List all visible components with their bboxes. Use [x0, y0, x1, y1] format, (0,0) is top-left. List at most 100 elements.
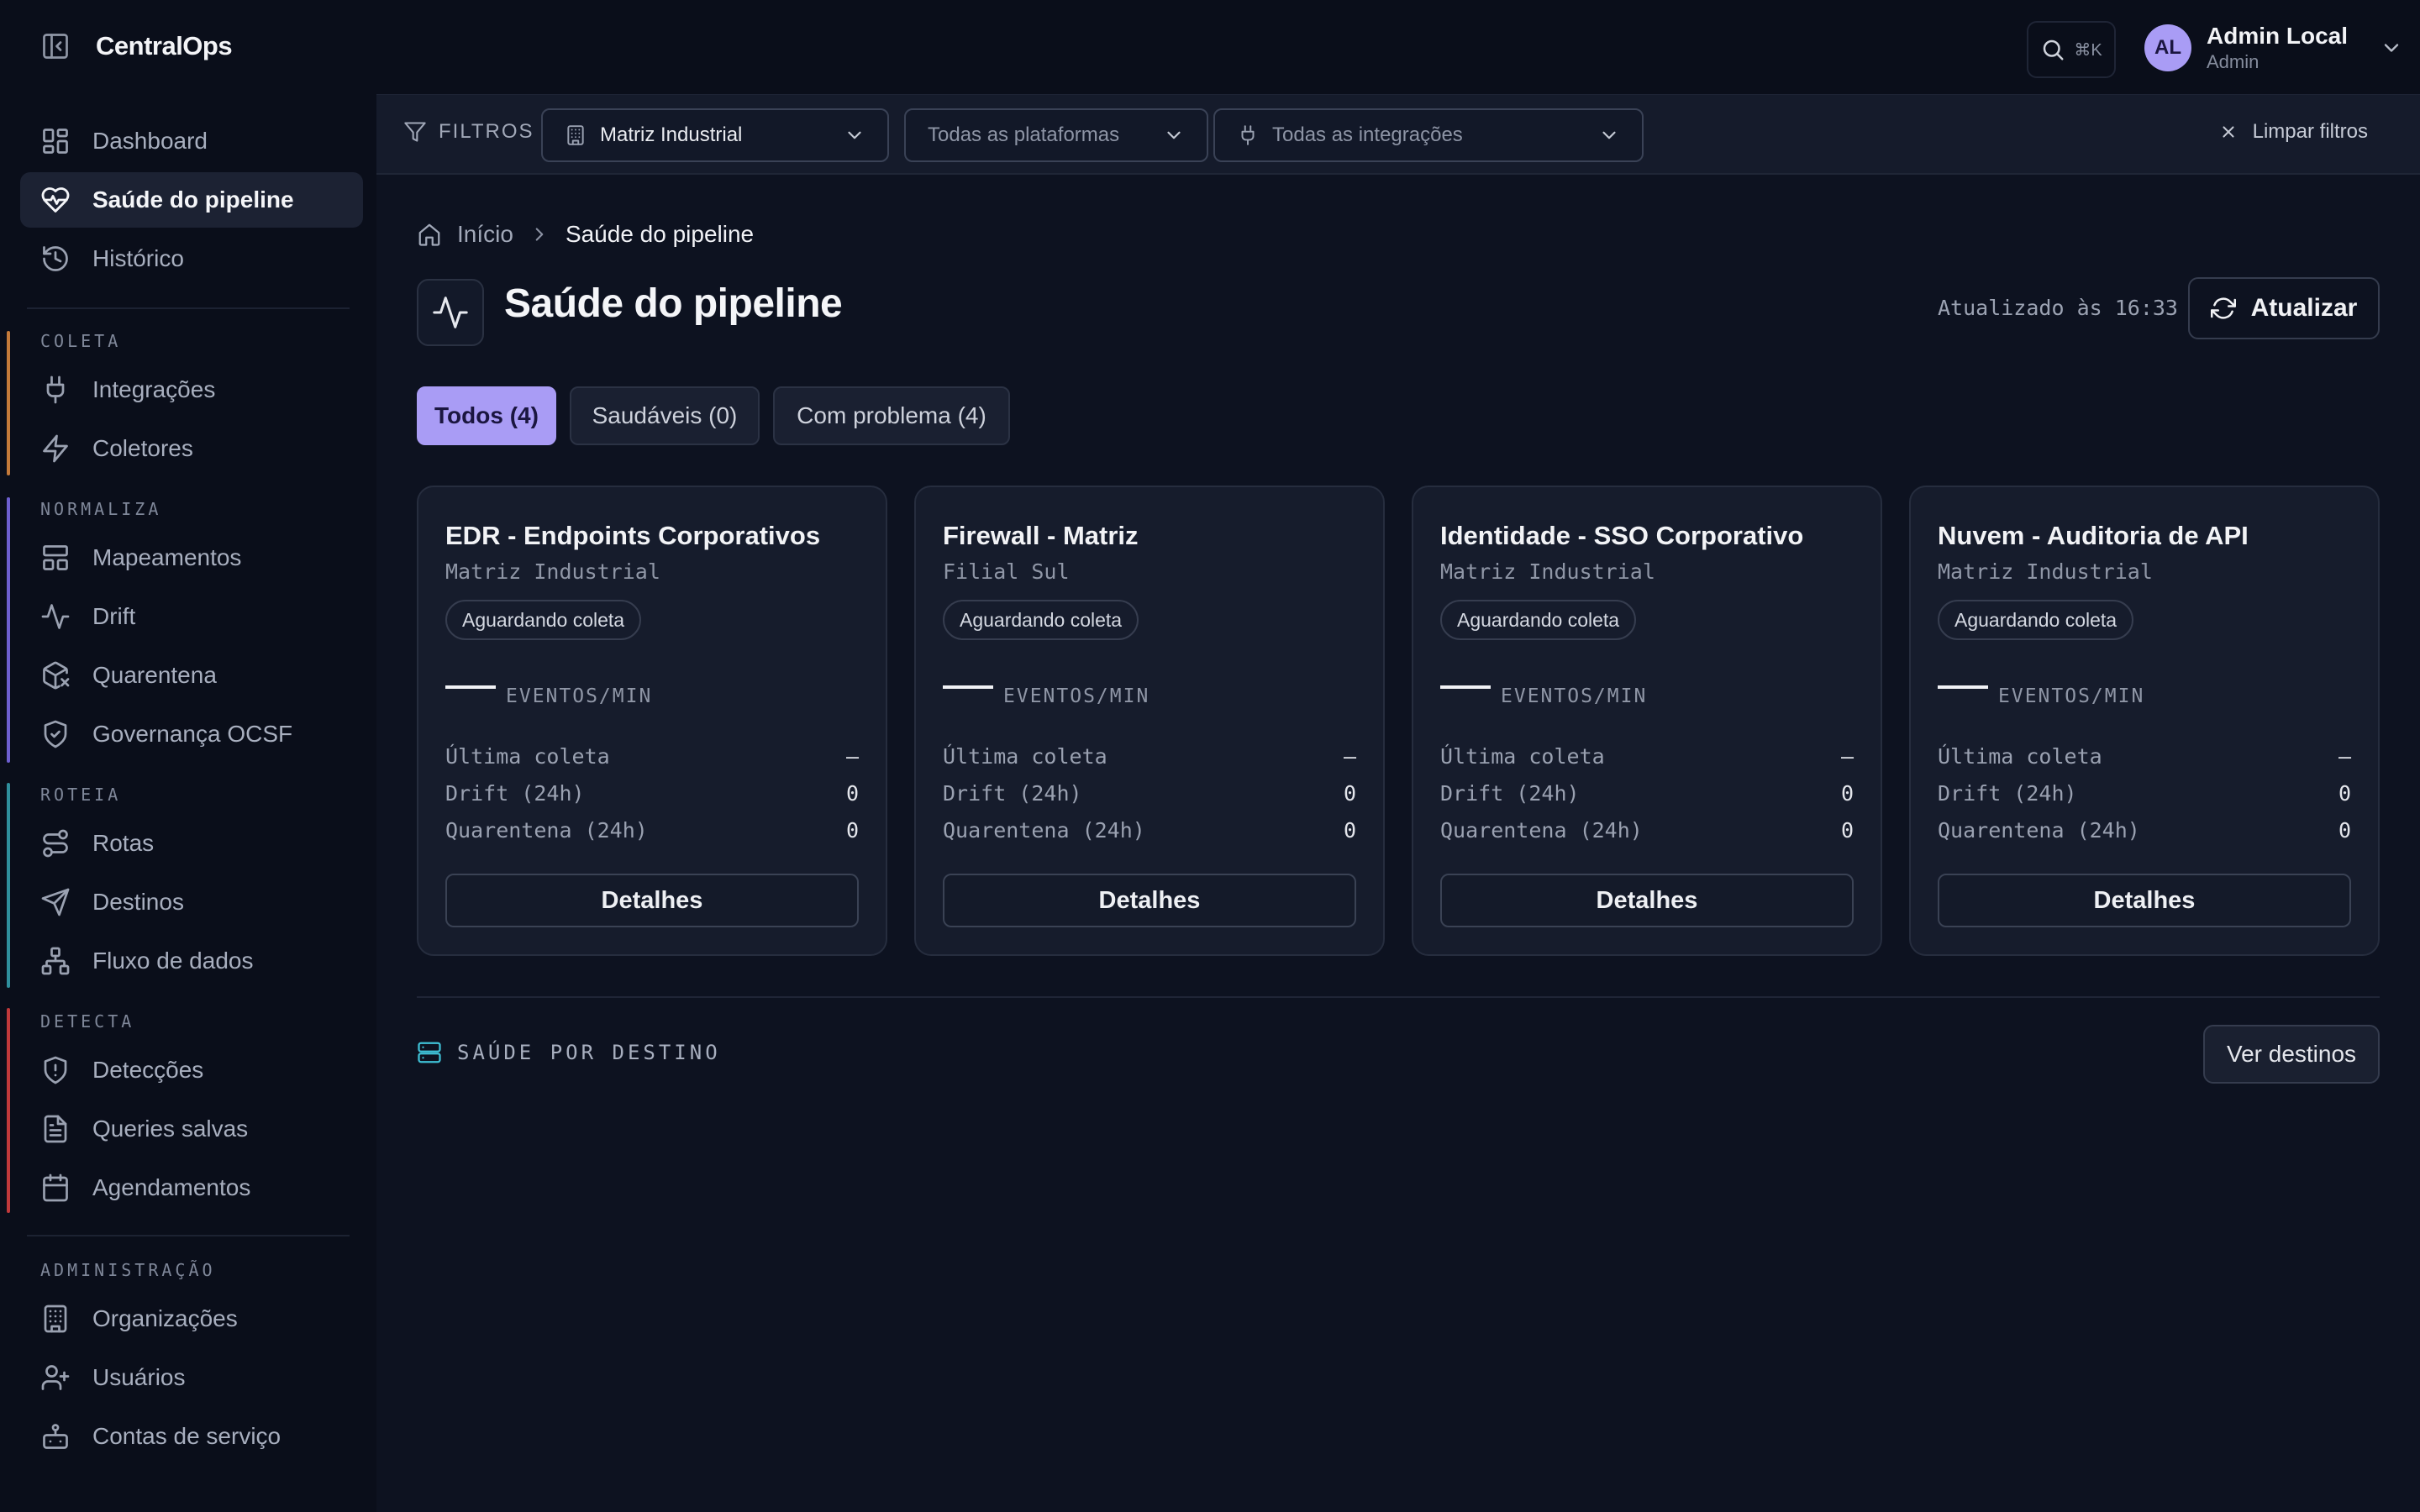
stat-row: Última coleta —: [1938, 744, 2351, 769]
pipeline-card: Identidade - SSO Corporativo Matriz Indu…: [1412, 486, 1882, 956]
search-button[interactable]: ⌘K: [2027, 21, 2116, 78]
tab-healthy[interactable]: Saudáveis (0): [570, 386, 760, 445]
stat-row: Drift (24h) 0: [1938, 781, 2351, 806]
package-x-icon: [43, 661, 70, 690]
section-divider: [417, 996, 2380, 998]
user-menu[interactable]: AL Admin Local Admin: [2144, 18, 2403, 77]
nav-label: Detecções: [92, 1057, 204, 1083]
tab-all[interactable]: Todos (4): [417, 386, 556, 445]
platform-select-placeholder: Todas as plataformas: [928, 123, 1120, 146]
nav-item-mappings[interactable]: Mapeamentos: [20, 530, 363, 585]
stat-row: Última coleta —: [943, 744, 1356, 769]
nav-label: Organizações: [92, 1305, 238, 1331]
nav-label: Saúde do pipeline: [92, 186, 294, 213]
nav-item-pipeline-health[interactable]: Saúde do pipeline: [20, 172, 363, 228]
stat-row: Última coleta —: [1440, 744, 1854, 769]
nav-item-collectors[interactable]: Coletores: [20, 421, 363, 476]
nav-item-saved-queries[interactable]: Queries salvas: [20, 1101, 363, 1157]
bot-icon: [43, 1424, 68, 1449]
integration-select[interactable]: Todas as integrações: [1213, 108, 1644, 162]
nav-label: Coletores: [92, 435, 193, 461]
nav-item-users[interactable]: Usuários: [20, 1350, 363, 1405]
section-accent-detecta: [7, 1008, 10, 1213]
stat-row: Quarentena (24h) 0: [1938, 818, 2351, 843]
nav-item-schedules[interactable]: Agendamentos: [20, 1160, 363, 1215]
nav-item-destinations[interactable]: Destinos: [20, 874, 363, 930]
calendar-icon: [43, 1173, 68, 1202]
metric-empty-value: [1938, 685, 1988, 689]
organization-select-value: Matriz Industrial: [600, 123, 743, 146]
details-button[interactable]: Detalhes: [1440, 874, 1854, 927]
metric-empty-value: [1440, 685, 1491, 689]
history-icon: [43, 246, 68, 271]
nav-label: Contas de serviço: [92, 1423, 281, 1449]
brand: CentralOps: [39, 25, 233, 67]
filters-label: FILTROS: [403, 120, 534, 144]
nav-item-organizations[interactable]: Organizações: [20, 1291, 363, 1347]
nav-label: Rotas: [92, 830, 155, 856]
nav-label: Integrações: [92, 376, 216, 402]
top-header: ⌘K AL Admin Local Admin: [376, 0, 2420, 94]
tab-with-problem[interactable]: Com problema (4): [773, 386, 1010, 445]
section-accent-normaliza: [7, 497, 10, 763]
chevron-down-icon: [1167, 131, 1181, 139]
page-title-icon: [417, 279, 484, 346]
sidebar-divider: [27, 1235, 350, 1236]
nav-label: Dashboard: [92, 128, 208, 154]
sidebar-collapse-icon[interactable]: [39, 29, 72, 63]
nav-label: Fluxo de dados: [92, 948, 254, 974]
bolt-icon: [43, 434, 68, 463]
shield-alert-icon: [44, 1056, 67, 1084]
details-button[interactable]: Detalhes: [943, 874, 1356, 927]
section-accent-coleta: [7, 331, 10, 475]
page-title: Saúde do pipeline: [504, 281, 843, 326]
refresh-icon: [2210, 297, 2236, 319]
events-per-min: EVENTOS/MIN: [1938, 685, 2144, 707]
activity-icon: [41, 604, 70, 629]
stat-row: Quarentena (24h) 0: [943, 818, 1356, 843]
nav-label: Drift: [92, 603, 136, 629]
nav-item-quarantine[interactable]: Quarentena: [20, 648, 363, 703]
close-icon: [2223, 126, 2234, 138]
events-per-min: EVENTOS/MIN: [1440, 685, 1647, 707]
integration-select-placeholder: Todas as integrações: [1272, 123, 1463, 146]
organization-select[interactable]: Matriz Industrial: [541, 108, 889, 162]
server-icon: [418, 1042, 441, 1063]
platform-select[interactable]: Todas as plataformas: [904, 108, 1208, 162]
nav-item-dashboard[interactable]: Dashboard: [20, 113, 363, 169]
nav-label: Usuários: [92, 1364, 186, 1390]
nav-item-detections[interactable]: Detecções: [20, 1042, 363, 1098]
avatar: AL: [2144, 24, 2191, 71]
nav-item-drift[interactable]: Drift: [20, 589, 363, 644]
status-badge: Aguardando coleta: [943, 600, 1139, 640]
nav-item-data-flow[interactable]: Fluxo de dados: [20, 933, 363, 989]
nav-label: Agendamentos: [92, 1174, 251, 1200]
metric-unit: EVENTOS/MIN: [1003, 685, 1150, 707]
stat-row: Drift (24h) 0: [1440, 781, 1854, 806]
last-updated: Atualizado às 16:33: [1938, 296, 2178, 320]
refresh-button[interactable]: Atualizar: [2188, 277, 2380, 339]
chevron-right-icon: [535, 228, 544, 241]
pipeline-card: EDR - Endpoints Corporativos Matriz Indu…: [417, 486, 887, 956]
nav-item-service-accounts[interactable]: Contas de serviço: [20, 1409, 363, 1464]
nav-item-integrations[interactable]: Integrações: [20, 362, 363, 417]
heart-pulse-icon: [41, 187, 70, 213]
details-button[interactable]: Detalhes: [445, 874, 859, 927]
breadcrumb-home[interactable]: Início: [457, 221, 513, 248]
nav-item-ocsf-governance[interactable]: Governança OCSF: [20, 706, 363, 762]
layout-icon: [43, 545, 68, 570]
nav-item-history[interactable]: Histórico: [20, 231, 363, 286]
view-destinations-button[interactable]: Ver destinos: [2203, 1025, 2380, 1084]
clear-filters-button[interactable]: Limpar filtros: [2219, 120, 2368, 144]
stat-row: Drift (24h) 0: [445, 781, 859, 806]
section-accent-roteia: [7, 783, 10, 988]
nav-item-routes[interactable]: Rotas: [20, 816, 363, 871]
metric-unit: EVENTOS/MIN: [1501, 685, 1648, 707]
section-label-roteia: ROTEIA: [40, 785, 122, 805]
section-label-coleta: COLETA: [40, 331, 122, 351]
status-badge: Aguardando coleta: [1938, 600, 2134, 640]
shield-check-icon: [44, 720, 67, 748]
details-button[interactable]: Detalhes: [1938, 874, 2351, 927]
stat-row: Quarentena (24h) 0: [1440, 818, 1854, 843]
nav-label: Mapeamentos: [92, 544, 242, 570]
